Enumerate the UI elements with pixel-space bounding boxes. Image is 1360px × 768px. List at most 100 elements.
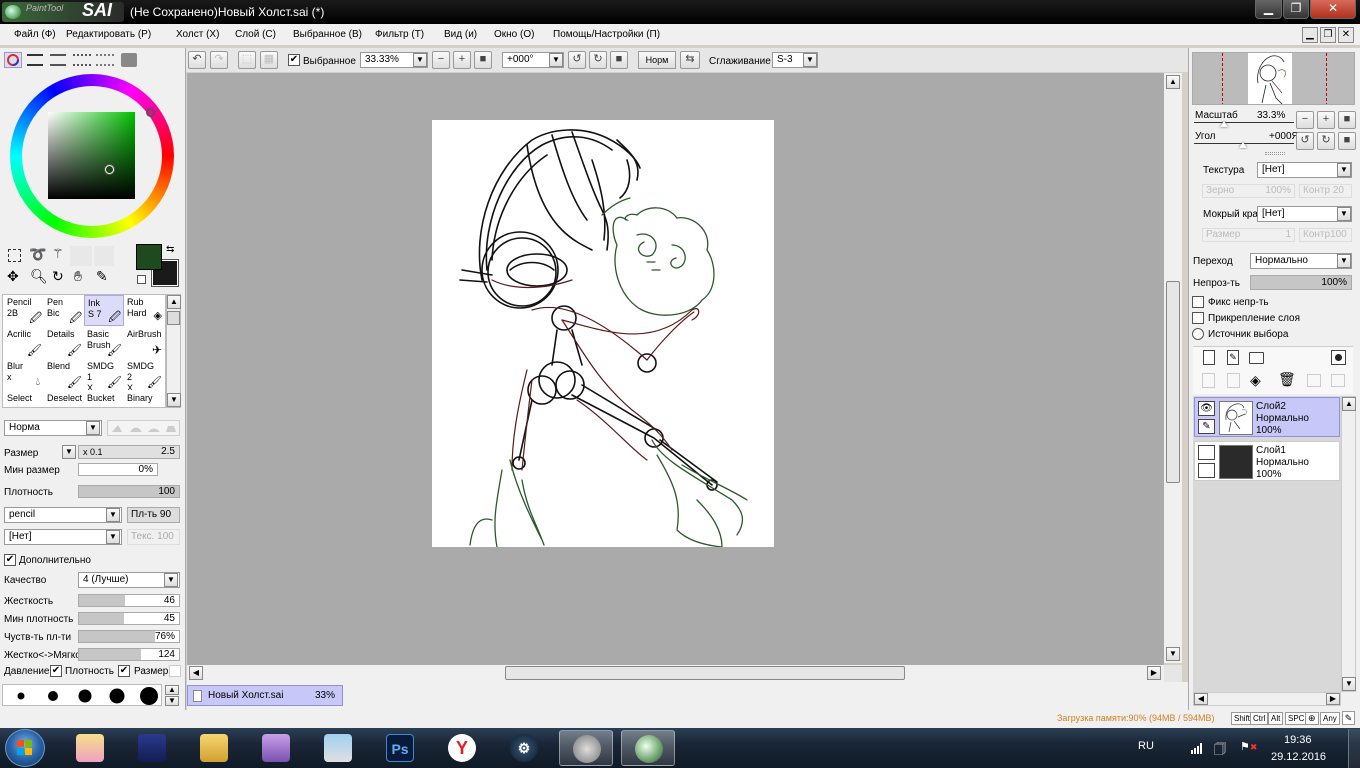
eye-icon[interactable]: 👁︎ — [1198, 401, 1215, 416]
splitter-grip[interactable] — [1265, 152, 1285, 155]
size-slider[interactable]: x 0.1 2.5 — [78, 445, 180, 459]
zoom-select[interactable]: 33.33% ▼ — [360, 52, 428, 68]
nav-rotate-reset-button[interactable]: ■ — [1338, 132, 1356, 150]
delete-layer-icon[interactable]: 🗑︎ — [1278, 371, 1296, 388]
nav-angle-thumb[interactable] — [1239, 142, 1247, 148]
zoom-reset-button[interactable]: ■ — [474, 51, 492, 69]
grain-contrast-slider[interactable]: Контр 20 — [1299, 184, 1352, 198]
brush-details[interactable]: Details 🖌︎ — [44, 327, 84, 358]
scroll-down-icon[interactable]: ▼ — [1342, 677, 1356, 691]
hardness-slider[interactable]: 46 — [78, 594, 180, 607]
minimize-button[interactable]: ▁ — [1255, 0, 1282, 19]
mdi-minimize-button[interactable]: ▁ — [1302, 27, 1318, 43]
wet-contrast-slider[interactable]: Контр100 — [1299, 228, 1352, 242]
hand-tool[interactable]: ✋︎ — [74, 268, 82, 285]
new-linework-layer-icon[interactable]: ✎ — [1227, 350, 1239, 365]
mdi-close-button[interactable]: ✕ — [1338, 27, 1354, 43]
taskbar-app-pony4[interactable] — [311, 730, 365, 766]
brush-texture-select[interactable]: [Нет] ▼ — [4, 529, 122, 545]
extra-checkbox[interactable] — [169, 665, 181, 677]
menu-file[interactable]: Файл (Ф) — [14, 29, 56, 40]
rotate-left-button[interactable]: ↺ — [568, 51, 586, 69]
start-button[interactable] — [5, 729, 45, 767]
taskbar-app-sai[interactable] — [621, 730, 675, 766]
brush-shape-presets[interactable] — [107, 420, 180, 436]
min-density-slider[interactable]: 45 — [78, 612, 180, 625]
norm-button[interactable]: Норм — [638, 51, 676, 69]
menu-help[interactable]: Помощь/Настройки (П) — [553, 29, 660, 40]
size-presets-down-icon[interactable]: ▼ — [165, 696, 179, 706]
redo-button[interactable]: ↷ — [210, 51, 228, 69]
show-selection-checkbox[interactable]: ✔ — [288, 54, 300, 66]
network-icon[interactable] — [1190, 742, 1204, 754]
rotate-tool[interactable]: ↻ — [52, 268, 64, 285]
deselect-button[interactable]: ⬚ — [238, 51, 256, 69]
nav-zoom-in-button[interactable]: + — [1317, 111, 1335, 129]
mdi-restore-button[interactable]: ❐ — [1320, 27, 1336, 43]
texture-strength-slider[interactable]: Текс. 100 — [127, 529, 180, 545]
brush-palette-scrollbar[interactable]: ▲ ▼ — [166, 294, 181, 408]
merge-visible-icon[interactable] — [1331, 374, 1345, 387]
scroll-right-icon[interactable]: ▶ — [1147, 666, 1161, 680]
brush-pen[interactable]: Pen Bic 🖉 — [44, 295, 84, 326]
brush-basic[interactable]: Basic Brush 🖌︎ — [84, 327, 124, 358]
preserve-opacity-checkbox[interactable] — [1192, 296, 1204, 308]
brush-blend[interactable]: Blend 🖌︎ — [44, 359, 84, 390]
scroll-up-icon[interactable]: ▲ — [1342, 397, 1356, 411]
input-language[interactable]: RU — [1138, 740, 1154, 752]
layer-row[interactable]: 👁︎ ✎ Слой2 Нормально 100% — [1194, 397, 1340, 437]
user-colors-tab[interactable] — [96, 54, 114, 66]
density-slider[interactable]: 100 — [78, 485, 180, 498]
brush-rub[interactable]: Rub Hard ◈ — [124, 295, 164, 326]
hardsoft-slider[interactable]: 124 — [78, 648, 180, 661]
pen-nib-icon[interactable]: ✎ — [1198, 419, 1215, 434]
scroll-left-icon[interactable]: ◀ — [189, 666, 203, 680]
hue-cursor[interactable] — [146, 108, 155, 117]
nav-zoom-slider[interactable] — [1194, 122, 1294, 123]
brush-acrilic[interactable]: Acrilic 🖌︎ — [4, 327, 44, 358]
brush-blur[interactable]: Blur x 💧︎ — [4, 359, 44, 390]
close-button[interactable]: ✕ — [1310, 0, 1356, 19]
canvas-vscrollbar[interactable]: ▲ ▼ — [1164, 73, 1182, 663]
flip-horizontal-button[interactable]: ⇆ — [680, 51, 700, 69]
brush-binary[interactable]: Binary — [124, 391, 164, 407]
blend-mode-select[interactable]: Норма ▼ — [4, 420, 102, 436]
layer-row[interactable]: Слой1 Нормально 100% — [1194, 441, 1340, 481]
layer-blend-select[interactable]: Нормально ▼ — [1250, 253, 1352, 269]
clipping-checkbox[interactable] — [1192, 312, 1204, 324]
eyedropper-tool[interactable]: ✎ — [96, 268, 108, 285]
shape-strength-slider[interactable]: Пл-ть 90 — [127, 507, 180, 523]
scroll-right-icon[interactable]: ▶ — [1326, 693, 1340, 705]
rect-select-tool[interactable] — [8, 249, 21, 262]
scroll-down-icon[interactable]: ▼ — [167, 393, 181, 407]
layer-opacity-slider[interactable]: 100% — [1250, 275, 1352, 290]
invert-selection-button[interactable]: ▦ — [260, 51, 278, 69]
clock-time[interactable]: 19:36 — [1284, 734, 1312, 746]
new-folder-icon[interactable] — [1249, 352, 1264, 364]
clock-date[interactable]: 29.12.2016 — [1271, 751, 1326, 763]
taskbar-app-steam[interactable]: ⚙ — [497, 730, 551, 766]
menu-canvas[interactable]: Холст (Х) — [176, 29, 219, 40]
scroll-up-icon[interactable]: ▲ — [1166, 75, 1180, 89]
action-center-icon[interactable]: ⚑✖ — [1240, 740, 1257, 753]
pressure-density-checkbox[interactable]: ✔ — [50, 665, 62, 677]
grain-slider[interactable]: Зерно 100% — [1202, 184, 1295, 198]
nav-zoom-out-button[interactable]: − — [1296, 111, 1314, 129]
scratchpad-tab[interactable] — [121, 53, 137, 67]
scroll-up-icon[interactable]: ▲ — [167, 295, 181, 309]
maximize-button[interactable]: ❐ — [1283, 0, 1309, 19]
swatches-tab[interactable] — [73, 54, 91, 66]
layers-vscrollbar[interactable]: ▲ ▼ — [1341, 396, 1356, 692]
taskbar-app-photoshop[interactable]: Ps — [373, 730, 427, 766]
brush-deselect[interactable]: Deselect — [44, 391, 84, 407]
smoothing-select[interactable]: S-3 ▼ — [772, 52, 818, 68]
quality-select[interactable]: 4 (Лучше) ▼ — [78, 572, 180, 588]
new-layer-icon[interactable] — [1203, 350, 1215, 365]
merge-down-icon[interactable] — [1227, 373, 1240, 388]
scroll-thumb[interactable] — [1166, 281, 1180, 483]
advanced-checkbox[interactable]: ✔ — [4, 554, 16, 566]
navigator-preview[interactable] — [1192, 52, 1355, 105]
zoom-out-button[interactable]: − — [432, 51, 450, 69]
clear-layer-icon[interactable]: ◈ — [1250, 372, 1261, 389]
taskbar-app-media[interactable] — [559, 730, 613, 766]
